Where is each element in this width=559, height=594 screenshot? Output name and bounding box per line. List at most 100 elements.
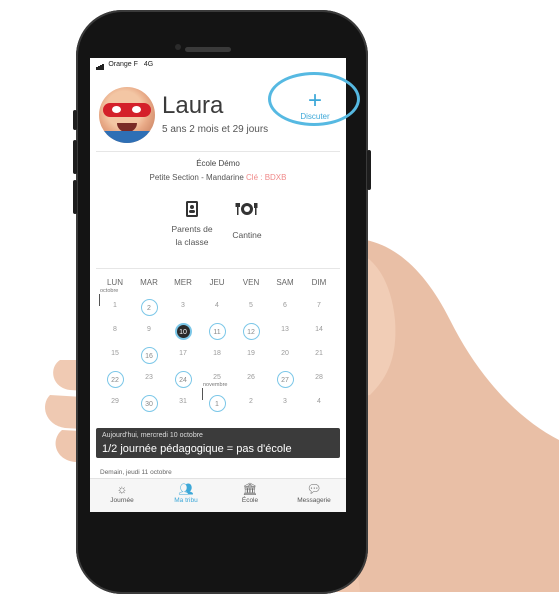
calendar-day[interactable]: 9 <box>132 326 166 333</box>
day-number: 30 <box>140 395 158 412</box>
class-key: Clé : BDXB <box>246 173 287 182</box>
day-number: 28 <box>315 374 323 381</box>
day-number: 11 <box>208 323 226 340</box>
calendar-day[interactable]: 5 <box>234 302 268 309</box>
calendar-day[interactable]: 16 <box>132 347 166 364</box>
calendar-day[interactable]: 31 <box>166 398 200 405</box>
tab-label: Ma tribu <box>174 497 198 504</box>
tab-journee[interactable]: ☼ Journée <box>90 481 154 504</box>
calendar-day[interactable]: 24 <box>166 371 200 388</box>
day-number: 4 <box>215 302 219 309</box>
tomorrow-date: Demain, jeudi 11 octobre <box>100 469 172 476</box>
day-number: 23 <box>145 374 153 381</box>
weekday-header: VEN <box>242 278 260 287</box>
day-number: 7 <box>317 302 321 309</box>
day-number: 13 <box>281 326 289 333</box>
calendar-day[interactable]: 19 <box>234 350 268 357</box>
calendar-day-today[interactable]: 10 <box>166 323 200 340</box>
class-name: Petite Section - Mandarine <box>149 173 244 182</box>
calendar-day[interactable]: 1 <box>98 302 132 309</box>
school-name: École Démo <box>196 159 240 168</box>
day-number: 16 <box>140 347 158 364</box>
day-number: 2 <box>140 299 158 316</box>
today-banner[interactable]: Aujourd'hui, mercredi 10 octobre 1/2 jou… <box>96 428 340 458</box>
earpiece-speaker <box>185 47 231 52</box>
class-info: Petite Section - Mandarine Clé : BDXB <box>90 173 346 182</box>
avatar-shirt <box>99 131 155 143</box>
calendar-day[interactable]: 17 <box>166 350 200 357</box>
calendar-day[interactable]: 3 <box>268 398 302 405</box>
tab-label: École <box>241 497 259 504</box>
calendar-day[interactable]: 14 <box>302 326 336 333</box>
calendar-day[interactable]: 21 <box>302 350 336 357</box>
parents-de-la-classe-button[interactable]: Parents de la classe <box>162 200 222 247</box>
calendar-day[interactable]: 4 <box>200 302 234 309</box>
day-number: 22 <box>106 371 124 388</box>
calendar-day[interactable]: 2 <box>132 299 166 316</box>
calendar-day[interactable]: 22 <box>98 371 132 388</box>
power-button <box>367 150 371 190</box>
divider <box>96 268 340 269</box>
weekday-header: LUN <box>106 278 123 287</box>
calendar-day[interactable]: 3 <box>166 302 200 309</box>
tab-messagerie[interactable]: 💬︎ Messagerie <box>282 481 346 504</box>
day-number: 6 <box>283 302 287 309</box>
month-label: novembre <box>203 382 228 388</box>
tab-ecole[interactable]: 🏛︎ École <box>218 481 282 504</box>
calendar-day[interactable]: 20 <box>268 350 302 357</box>
carrier-label: Orange F <box>108 60 138 68</box>
tab-bar: ☼ Journée 👥︎ Ma tribu 🏛︎ École 💬︎ Messag… <box>90 478 346 512</box>
volume-button <box>73 110 77 130</box>
month-label: octobre <box>100 288 119 294</box>
day-number: 14 <box>315 326 323 333</box>
avatar-eye <box>132 106 141 113</box>
weekday-header: DIM <box>311 278 327 287</box>
contacts-book-icon <box>186 201 198 217</box>
day-number: 1 <box>113 302 117 309</box>
calendar-day[interactable]: 18 <box>200 350 234 357</box>
calendar-day[interactable]: 4 <box>302 398 336 405</box>
calendar-day[interactable]: 15 <box>98 350 132 357</box>
tab-label: Messagerie <box>297 497 331 504</box>
tab-ma-tribu[interactable]: 👥︎ Ma tribu <box>154 481 218 504</box>
weekday-header: MAR <box>140 278 158 287</box>
calendar-day[interactable]: 27 <box>268 371 302 388</box>
day-number: 12 <box>242 323 260 340</box>
calendar-day[interactable]: 11 <box>200 323 234 340</box>
day-number: 3 <box>181 302 185 309</box>
day-number: 29 <box>111 398 119 405</box>
calendar-day[interactable]: 26 <box>234 374 268 381</box>
today-message: 1/2 journée pédagogique = pas d'école <box>102 443 292 455</box>
calendar-day[interactable]: 2 <box>234 398 268 405</box>
calendar-day[interactable]: 7 <box>302 302 336 309</box>
avatar[interactable] <box>99 87 155 143</box>
calendar-day[interactable]: 25 <box>200 374 234 381</box>
calendar-day[interactable]: 12 <box>234 323 268 340</box>
feature-label: Parents de <box>171 224 213 234</box>
day-number: 2 <box>249 398 253 405</box>
network-label: 4G <box>143 60 154 68</box>
cantine-button[interactable]: Cantine <box>224 200 270 240</box>
calendar-day[interactable]: 13 <box>268 326 302 333</box>
calendar-day[interactable]: 29 <box>98 398 132 405</box>
sun-icon: ☼ <box>116 482 128 496</box>
divider <box>96 151 340 152</box>
status-bar: Orange F 4G <box>90 58 346 70</box>
day-number: 10 <box>174 323 192 340</box>
calendar-day[interactable]: 8 <box>98 326 132 333</box>
app-screen: Orange F 4G Laura 5 ans 2 mois et 29 jou… <box>90 58 346 512</box>
cutlery-icon <box>235 203 258 215</box>
calendar-day[interactable]: 1 <box>200 395 234 412</box>
volume-button <box>73 180 77 214</box>
school-building-icon: 🏛︎ <box>242 482 258 496</box>
tab-label: Journée <box>110 497 134 504</box>
calendar-day[interactable]: 6 <box>268 302 302 309</box>
today-date: Aujourd'hui, mercredi 10 octobre <box>102 432 203 439</box>
calendar-day[interactable]: 23 <box>132 374 166 381</box>
day-number: 20 <box>281 350 289 357</box>
child-age: 5 ans 2 mois et 29 jours <box>162 124 269 135</box>
calendar-day[interactable]: 28 <box>302 374 336 381</box>
signal-icon <box>96 58 104 70</box>
front-camera <box>175 44 181 50</box>
calendar-day[interactable]: 30 <box>132 395 166 412</box>
